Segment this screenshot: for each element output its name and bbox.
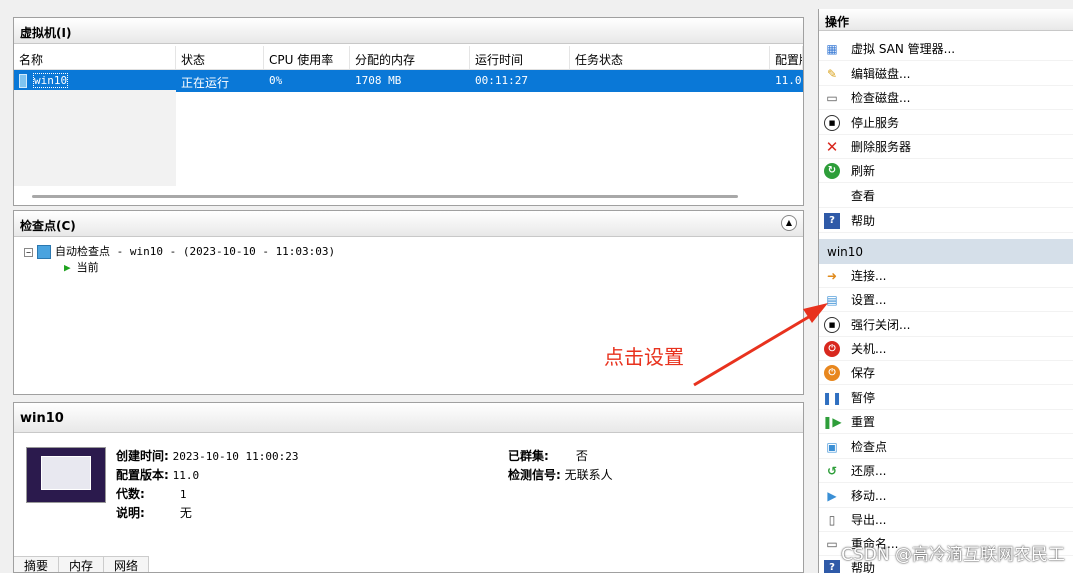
annotation-text: 点击设置 xyxy=(604,345,684,369)
annotation-arrow-icon xyxy=(693,303,828,387)
watermark: CSDN @高冷滴互联网农民工 xyxy=(841,545,1065,565)
